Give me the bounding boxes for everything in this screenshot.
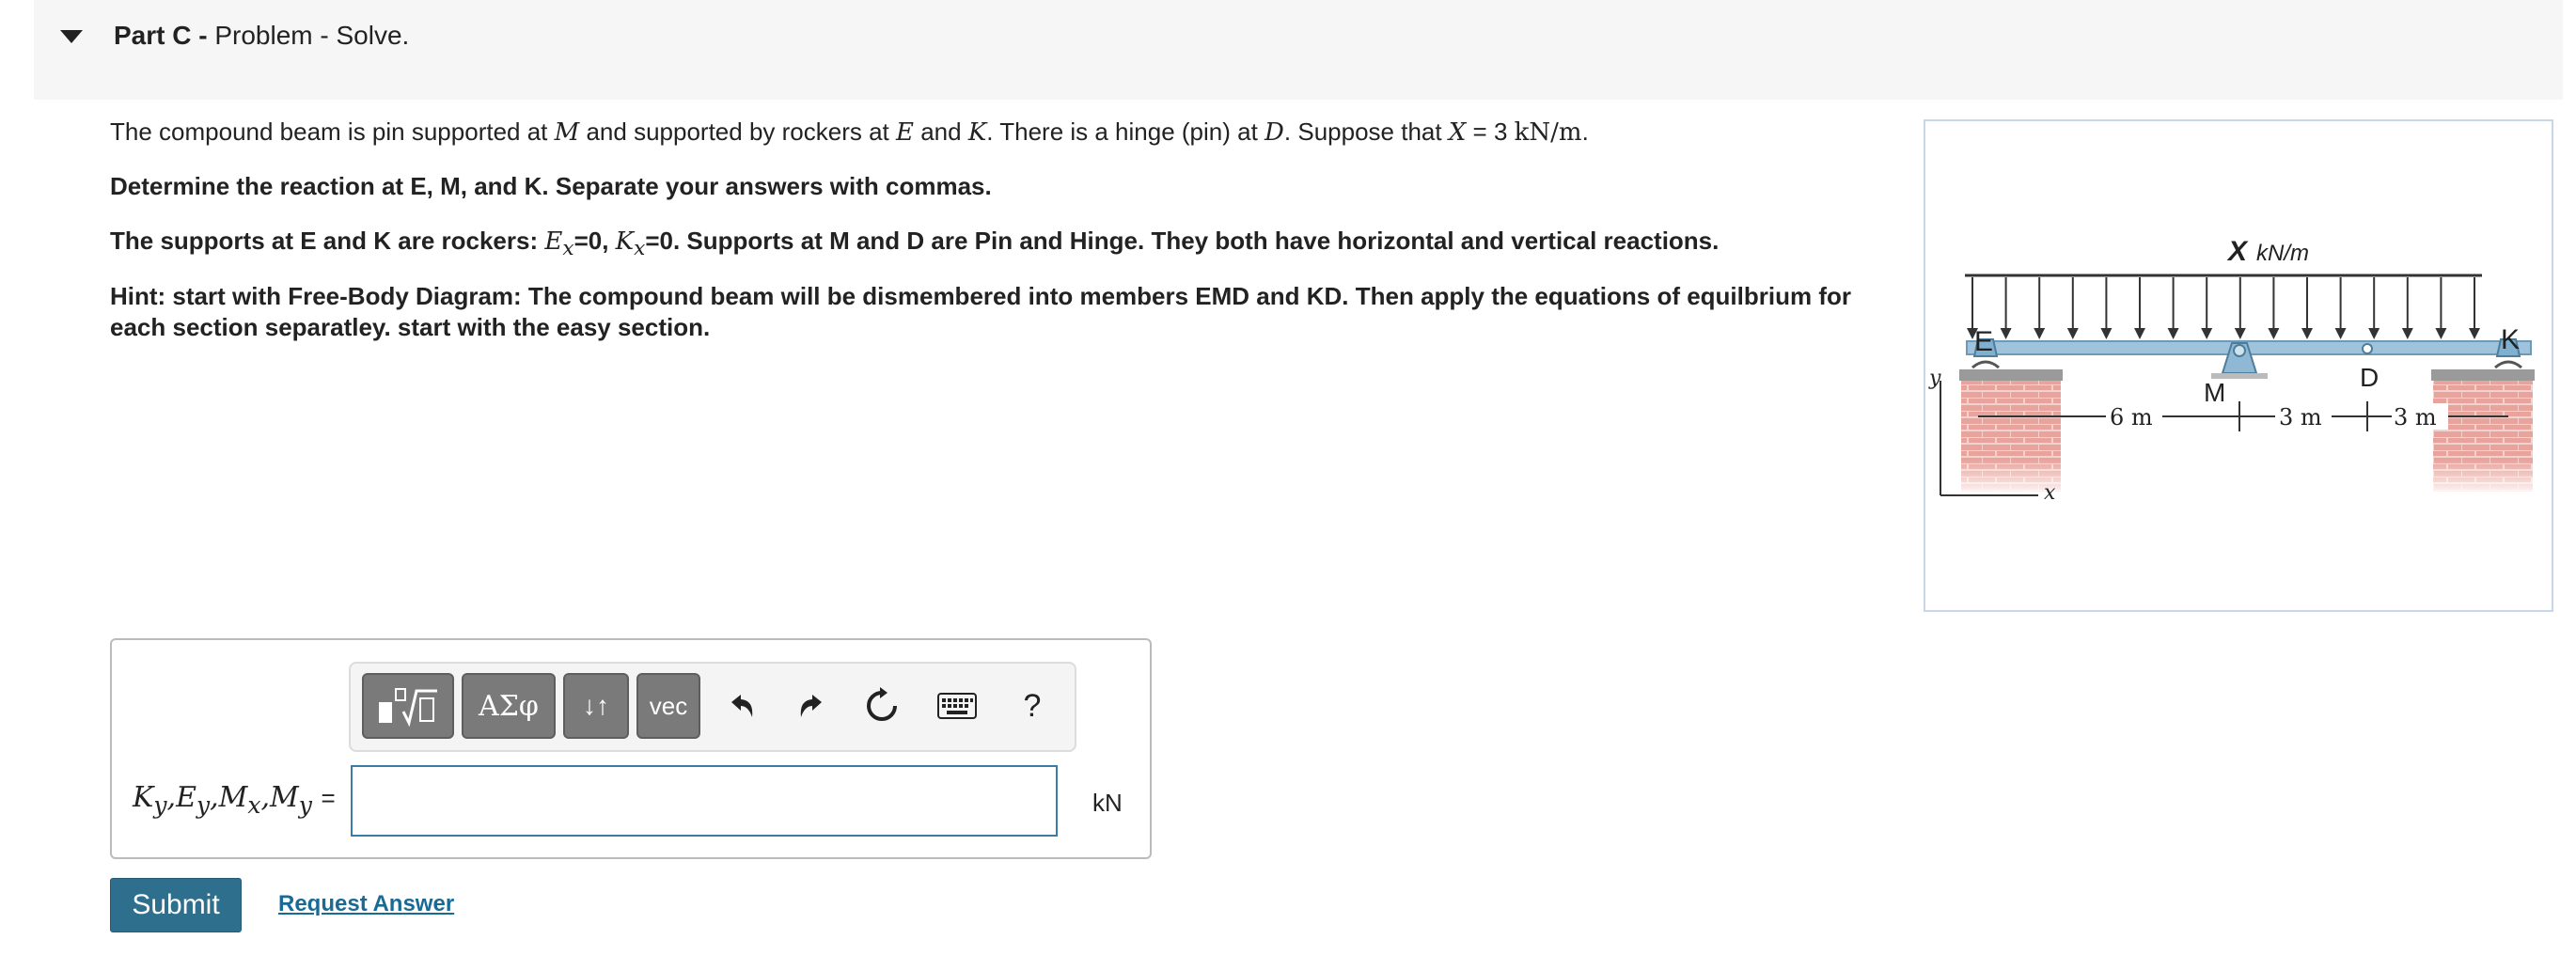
label-sub: y bbox=[196, 791, 211, 819]
math-Kx: Kx bbox=[615, 227, 646, 260]
problem-question: Determine the reaction at E, M, and K. S… bbox=[110, 172, 992, 200]
keyboard-icon[interactable] bbox=[934, 682, 981, 729]
text-segment: and bbox=[913, 117, 968, 146]
load-arrow-head bbox=[2167, 328, 2179, 339]
load-arrow-head bbox=[2368, 328, 2380, 339]
load-arrow-head bbox=[2100, 328, 2113, 339]
right-wall-fade bbox=[2433, 460, 2533, 497]
load-arrow-head bbox=[2134, 328, 2145, 339]
math-K: K bbox=[967, 118, 987, 147]
text-segment: The supports at E and K are rockers: bbox=[110, 227, 545, 255]
answer-label: Ky,Ey,Mx,My = bbox=[133, 781, 336, 819]
label-K: K bbox=[2501, 324, 2520, 355]
label-part: M bbox=[270, 781, 299, 814]
math-toolbar: ΑΣφ ↓↑ vec ? bbox=[349, 662, 1076, 752]
beam-diagram: X kN/m E K M D y x 6 m 3 m 3 m bbox=[1928, 236, 2535, 505]
beam-figure: X kN/m E K M D y x 6 m 3 m 3 m bbox=[1924, 119, 2553, 612]
label-part: E bbox=[176, 781, 196, 814]
label-M: M bbox=[2204, 378, 2225, 407]
math-D: D bbox=[1264, 118, 1284, 147]
right-wall-cap bbox=[2431, 369, 2535, 381]
rocker-K-base bbox=[2494, 360, 2522, 369]
math-Kx-base: K bbox=[615, 227, 635, 256]
label-E: E bbox=[1974, 326, 1993, 357]
load-arrow-head bbox=[2066, 328, 2079, 339]
axis-label-x: x bbox=[2044, 481, 2056, 505]
load-arrow-head bbox=[2301, 328, 2313, 339]
load-arrow-head bbox=[2034, 328, 2046, 339]
redo-icon[interactable] bbox=[789, 682, 836, 729]
problem-hint: Hint: start with Free-Body Diagram: The … bbox=[110, 282, 1851, 341]
help-icon[interactable]: ? bbox=[1009, 682, 1056, 729]
answer-panel: ΑΣφ ↓↑ vec ? Ky,Ey,Mx,My = kN bbox=[110, 638, 1152, 859]
collapse-caret-icon[interactable] bbox=[60, 30, 83, 43]
submit-button[interactable]: Submit bbox=[110, 878, 242, 932]
request-answer-link[interactable]: Request Answer bbox=[278, 891, 454, 917]
label-sub: y bbox=[153, 791, 167, 819]
label-sub: x bbox=[247, 791, 261, 819]
load-arrow-head bbox=[2000, 328, 2012, 339]
math-E: E bbox=[896, 118, 914, 147]
part-label: Part C - bbox=[114, 21, 208, 50]
fraction-sqrt-icon bbox=[379, 688, 437, 727]
distributed-load-arrows bbox=[1967, 277, 2480, 339]
text-segment: =0, bbox=[573, 227, 616, 255]
greek-symbols-button[interactable]: ΑΣφ bbox=[462, 673, 556, 739]
arrows-button[interactable]: ↓↑ bbox=[563, 673, 629, 739]
load-label-unit: kN/m bbox=[2256, 241, 2309, 266]
part-header[interactable]: Part C - Problem - Solve. bbox=[34, 0, 2563, 100]
label-part: K bbox=[133, 781, 154, 814]
part-title: Part C - Problem - Solve. bbox=[114, 21, 409, 51]
problem-statement: The compound beam is pin supported at M … bbox=[110, 117, 1896, 149]
templates-button[interactable] bbox=[362, 673, 454, 739]
math-M: M bbox=[554, 118, 580, 147]
math-Ex-base: E bbox=[544, 227, 563, 256]
text-segment: . bbox=[1581, 117, 1589, 146]
load-arrow-head bbox=[2334, 328, 2347, 339]
load-arrow-head bbox=[2435, 328, 2447, 339]
dim-label-3: 3 m bbox=[2394, 404, 2437, 431]
left-wall-cap bbox=[1959, 369, 2063, 381]
vector-button[interactable]: vec bbox=[636, 673, 700, 739]
math-unit: kN/m bbox=[1514, 118, 1582, 147]
math-Ex-sub: x bbox=[562, 237, 574, 261]
text-segment: . There is a hinge (pin) at bbox=[986, 117, 1265, 146]
math-Ex: Ex bbox=[544, 227, 573, 260]
label-sub: y bbox=[298, 791, 312, 819]
undo-icon[interactable] bbox=[717, 682, 764, 729]
dim-label-2: 3 m bbox=[2279, 404, 2322, 431]
equals-sign: = bbox=[321, 784, 336, 812]
problem-supports-note: The supports at E and K are rockers: Ex=… bbox=[110, 226, 1896, 264]
answer-input[interactable] bbox=[351, 765, 1058, 837]
reset-icon[interactable] bbox=[858, 682, 905, 729]
pin-M-circle bbox=[2233, 344, 2246, 357]
axis-label-y: y bbox=[1928, 367, 1941, 390]
hinge-D bbox=[2362, 343, 2373, 354]
text-segment: = 3 bbox=[1466, 117, 1515, 146]
load-arrow-head bbox=[2201, 328, 2213, 339]
dim-label-1: 6 m bbox=[2110, 404, 2153, 431]
text-segment: The compound beam is pin supported at bbox=[110, 117, 555, 146]
rocker-E-base bbox=[1971, 360, 2000, 369]
label-D: D bbox=[2360, 363, 2379, 392]
load-arrow-head bbox=[2268, 328, 2280, 339]
load-arrow-head bbox=[2469, 328, 2480, 339]
text-segment: and supported by rockers at bbox=[579, 117, 896, 146]
text-segment: =0. Supports at M and D are Pin and Hing… bbox=[645, 227, 1720, 255]
part-title-text: Problem - Solve. bbox=[214, 21, 410, 50]
load-arrow-head bbox=[2401, 328, 2413, 339]
label-part: M bbox=[218, 781, 248, 814]
answer-units: kN bbox=[1092, 789, 1123, 817]
math-Kx-sub: x bbox=[634, 237, 646, 261]
load-label-X: X bbox=[2226, 236, 2249, 267]
math-X: X bbox=[1448, 118, 1467, 147]
text-segment: . Suppose that bbox=[1283, 117, 1449, 146]
load-arrow-head bbox=[2234, 328, 2246, 339]
